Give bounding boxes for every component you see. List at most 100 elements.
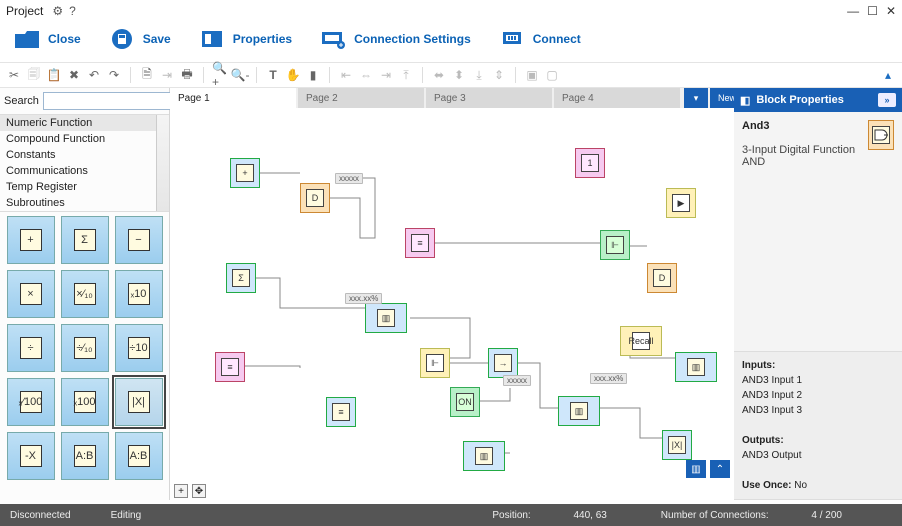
select-tool-icon[interactable]: ▮ (305, 67, 321, 83)
palette-block[interactable]: A:B (115, 432, 163, 480)
page-tab[interactable]: Page 3 (426, 88, 552, 108)
palette-block[interactable]: ÷ (7, 324, 55, 372)
group-icon[interactable]: ▣ (524, 67, 540, 83)
folder-icon (14, 28, 40, 50)
palette-block[interactable]: ₓ100 (61, 378, 109, 426)
palette-block[interactable]: ÷⁄₁₀ (61, 324, 109, 372)
category-item[interactable]: Communications (0, 163, 169, 179)
align-center-h-icon[interactable]: ⇔ (358, 67, 374, 83)
canvas-block[interactable]: D (647, 263, 677, 293)
canvas[interactable]: ▥ ⌃ +D1▶≡Σ⊩D▥≡⊩→Recall▥ON▥≡|X|▥xxxxxxxx.… (170, 108, 734, 482)
properties-button[interactable]: Properties (199, 28, 292, 50)
canvas-block[interactable]: ≡ (405, 228, 435, 258)
palette-block[interactable]: Σ (61, 216, 109, 264)
search-input[interactable] (43, 92, 191, 110)
text-tool-icon[interactable]: T (265, 67, 281, 83)
canvas-block[interactable]: ON (450, 387, 480, 417)
align-top-icon[interactable]: ⤒ (398, 67, 414, 83)
canvas-block[interactable]: |X| (662, 430, 692, 460)
category-item[interactable]: Temp Register (0, 179, 169, 195)
palette-block[interactable]: ÷10 (115, 324, 163, 372)
collapse-ribbon-icon[interactable]: ▴ (880, 67, 896, 83)
category-item[interactable]: Compound Function (0, 131, 169, 147)
align-left-icon[interactable]: ⇤ (338, 67, 354, 83)
export-icon[interactable]: ⇥ (159, 67, 175, 83)
window-close-icon[interactable]: ✕ (886, 4, 896, 18)
palette-block[interactable]: ₓ10 (115, 270, 163, 318)
gear-icon[interactable]: ⚙ (52, 4, 63, 18)
palette-block[interactable]: − (115, 216, 163, 264)
palette-block[interactable]: |X| (115, 378, 163, 426)
canvas-expand-button[interactable]: ⌃ (710, 460, 730, 478)
window-minimize-icon[interactable]: — (847, 4, 859, 18)
status-connections-value: 4 / 200 (811, 510, 842, 521)
category-list[interactable]: Numeric FunctionCompound FunctionConstan… (0, 114, 169, 212)
document-icon[interactable]: 🗎 (139, 67, 155, 83)
align-bottom-icon[interactable]: ⤓ (471, 67, 487, 83)
pan-view-button[interactable]: ✥ (192, 484, 206, 498)
help-icon[interactable]: ? (69, 4, 76, 18)
distribute-v-icon[interactable]: ⬍ (451, 67, 467, 83)
status-mode: Editing (111, 510, 142, 521)
page-tab[interactable]: Page 1 (170, 88, 296, 108)
ungroup-icon[interactable]: ▢ (544, 67, 560, 83)
align-middle-icon[interactable]: ⇕ (491, 67, 507, 83)
connect-icon (499, 28, 525, 50)
category-item[interactable]: Constants (0, 147, 169, 163)
window-maximize-icon[interactable]: ☐ (867, 4, 878, 18)
properties-panel: ◧ Block Properties » And3 3-Input Digita… (734, 88, 902, 500)
tab-menu-button[interactable]: ▾ (684, 88, 708, 108)
delete-icon[interactable]: ✖ (66, 67, 82, 83)
cube-icon: ◧ (740, 94, 750, 107)
print-icon[interactable]: 🖶 (179, 67, 195, 83)
canvas-view-button[interactable]: ▥ (686, 460, 706, 478)
page-tab[interactable]: Page 4 (554, 88, 680, 108)
close-button[interactable]: Close (14, 28, 81, 50)
page-tab[interactable]: Page 2 (298, 88, 424, 108)
paste-icon[interactable]: 📋 (46, 67, 62, 83)
canvas-block[interactable]: ≡ (326, 397, 356, 427)
panel-collapse-button[interactable]: » (878, 93, 896, 107)
canvas-block[interactable]: D (300, 183, 330, 213)
canvas-block[interactable]: + (230, 158, 260, 188)
block-description: 3-Input Digital Function AND (742, 144, 855, 168)
palette-block[interactable]: -X (7, 432, 55, 480)
category-item[interactable]: Subroutines (0, 195, 169, 211)
status-position-value: 440, 63 (574, 510, 607, 521)
canvas-block[interactable]: ▥ (558, 396, 600, 426)
palette-block[interactable]: × (7, 270, 55, 318)
canvas-block[interactable]: Σ (226, 263, 256, 293)
connect-button[interactable]: Connect (499, 28, 581, 50)
zoom-in-icon[interactable]: 🔍+ (212, 67, 228, 83)
palette-block[interactable]: ₓ⁄100 (7, 378, 55, 426)
copy-icon[interactable]: 🗐 (26, 67, 42, 83)
distribute-h-icon[interactable]: ⬌ (431, 67, 447, 83)
save-button[interactable]: Save (109, 28, 171, 50)
palette-block[interactable]: ×⁄₁₀ (61, 270, 109, 318)
cut-icon[interactable]: ✂ (6, 67, 22, 83)
connection-settings-button[interactable]: Connection Settings (320, 28, 471, 50)
canvas-block[interactable]: ≡ (215, 352, 245, 382)
canvas-block[interactable]: 1 (575, 148, 605, 178)
redo-icon[interactable]: ↷ (106, 67, 122, 83)
outputs-heading: Outputs: (742, 435, 784, 446)
add-page-button[interactable]: + (174, 484, 188, 498)
properties-title: Block Properties (756, 94, 843, 106)
palette-block[interactable]: A:B (61, 432, 109, 480)
pan-tool-icon[interactable]: ✋ (285, 67, 301, 83)
canvas-block[interactable]: ▶ (666, 188, 696, 218)
canvas-block[interactable]: Recall (620, 326, 662, 356)
canvas-block[interactable]: ▥ (675, 352, 717, 382)
canvas-block[interactable]: ▥ (463, 441, 505, 471)
undo-icon[interactable]: ↶ (86, 67, 102, 83)
input-item: AND3 Input 1 (742, 375, 802, 386)
palette-block[interactable]: + (7, 216, 55, 264)
canvas-block[interactable]: ⊩ (420, 348, 450, 378)
canvas-block[interactable]: ▥ (365, 303, 407, 333)
canvas-footer: + ✥ (170, 482, 734, 500)
canvas-block[interactable]: → (488, 348, 518, 378)
align-right-icon[interactable]: ⇥ (378, 67, 394, 83)
canvas-block[interactable]: ⊩ (600, 230, 630, 260)
zoom-out-icon[interactable]: 🔍- (232, 67, 248, 83)
category-item[interactable]: Numeric Function (0, 115, 169, 131)
